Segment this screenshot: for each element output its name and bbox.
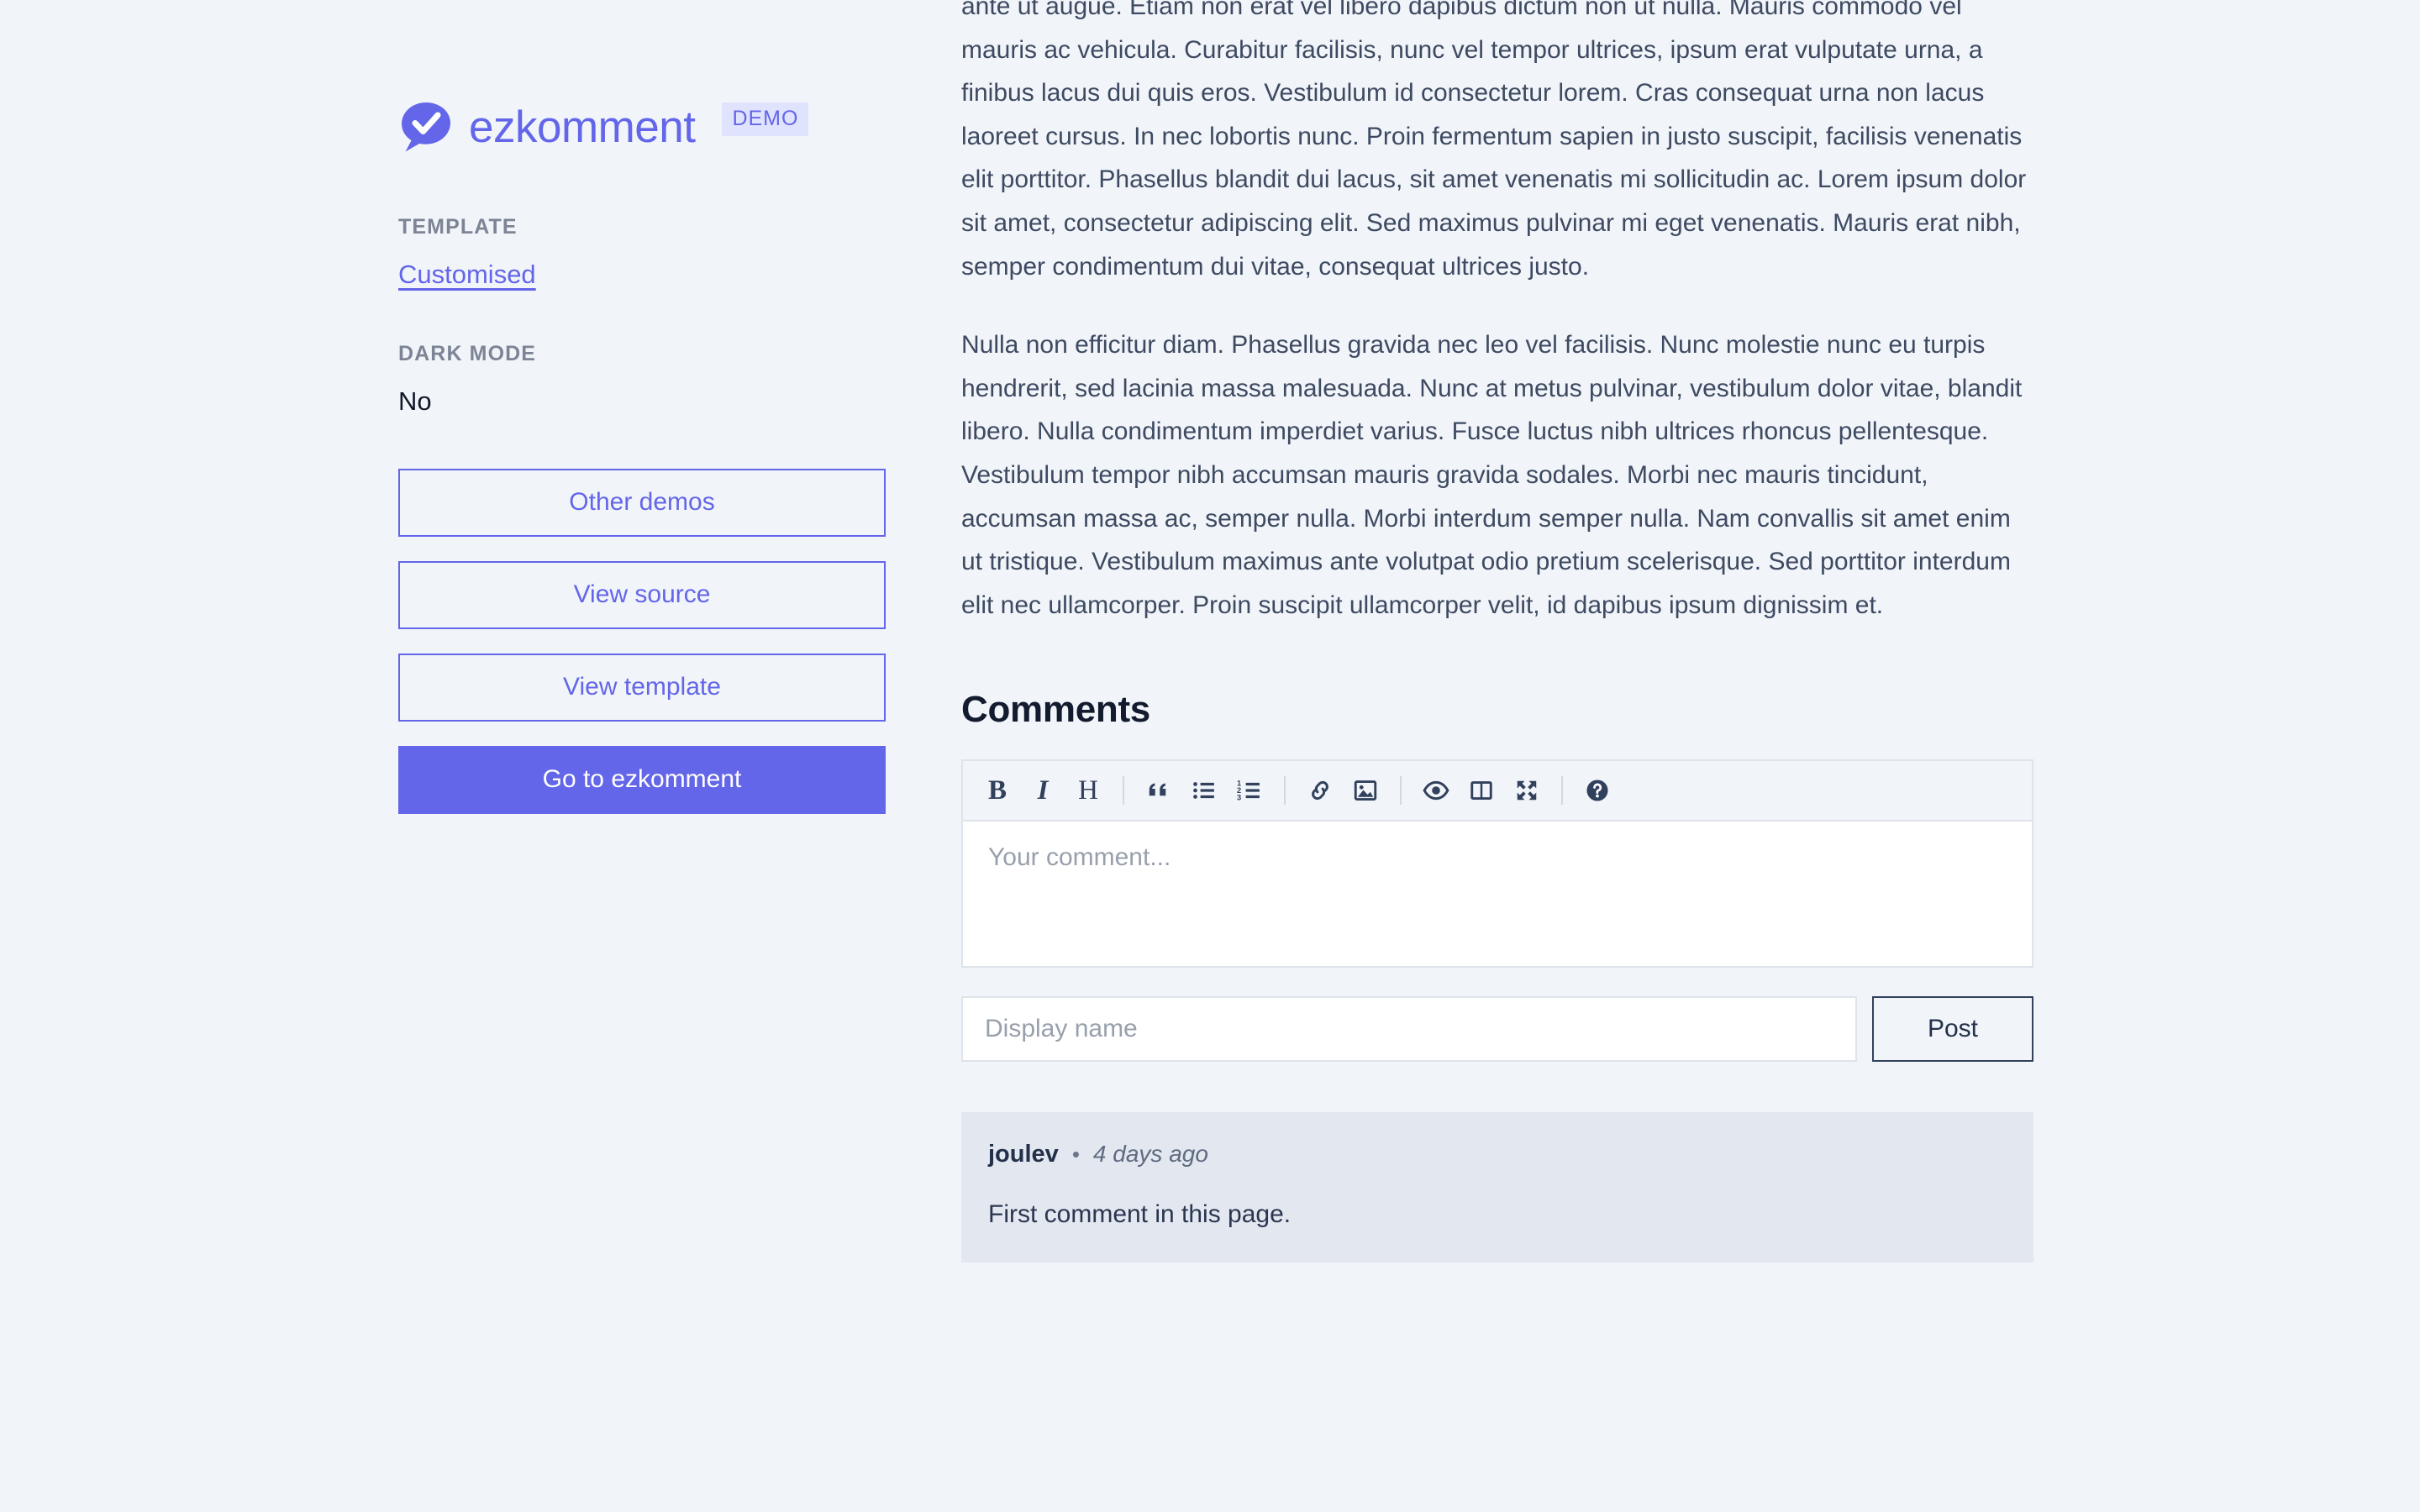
comment-list-item: joulev • 4 days ago First comment in thi… — [961, 1112, 2033, 1263]
comment-submit-row: Display name Post — [961, 996, 2033, 1063]
svg-text:3: 3 — [1237, 794, 1241, 802]
sidebar: ezkomment DEMO TEMPLATE Customised DARK … — [398, 99, 902, 838]
article-paragraph: Nulla non efficitur diam. Phasellus grav… — [961, 331, 2023, 619]
toolbar-divider — [1123, 776, 1124, 806]
comment-meta: joulev • 4 days ago — [988, 1141, 2007, 1168]
article-body: ante ut augue. Etiam non erat vel libero… — [961, 0, 2033, 627]
main-content: ante ut augue. Etiam non erat vel libero… — [961, 0, 2033, 1263]
guide-help-icon[interactable] — [1575, 768, 1620, 813]
other-demos-button[interactable]: Other demos — [398, 469, 886, 537]
display-name-input[interactable]: Display name — [961, 996, 1857, 1063]
view-source-button[interactable]: View source — [398, 561, 886, 629]
heading-icon[interactable]: H — [1065, 768, 1111, 813]
link-icon[interactable] — [1297, 768, 1343, 813]
comment-author: joulev — [988, 1141, 1059, 1168]
markdown-editor: B I H 1 2 3 Your comment... — [961, 759, 2033, 969]
italic-icon[interactable]: I — [1020, 768, 1065, 813]
comment-placeholder: Your comment... — [988, 843, 1171, 872]
brand-name: ezkomment — [469, 102, 696, 152]
comment-textarea[interactable]: Your comment... — [963, 822, 2032, 967]
demo-page: ezkomment DEMO TEMPLATE Customised DARK … — [0, 0, 2420, 1512]
image-icon[interactable] — [1343, 768, 1388, 813]
view-template-button[interactable]: View template — [398, 654, 886, 722]
toolbar-divider — [1400, 776, 1402, 806]
template-label: TEMPLATE — [398, 215, 518, 239]
ordered-list-icon[interactable]: 1 2 3 — [1227, 768, 1272, 813]
article-paragraph: ante ut augue. Etiam non erat vel libero… — [961, 0, 2027, 281]
display-name-placeholder: Display name — [985, 1015, 1138, 1043]
toolbar-divider — [1284, 776, 1286, 806]
editor-toolbar: B I H 1 2 3 — [963, 761, 2032, 822]
go-to-ezkomment-button[interactable]: Go to ezkomment — [398, 746, 886, 814]
preview-eye-icon[interactable] — [1413, 768, 1459, 813]
comment-body: First comment in this page. — [988, 1200, 1292, 1229]
dark-mode-value: No — [398, 386, 432, 416]
comment-separator: • — [1071, 1142, 1080, 1168]
quote-icon[interactable] — [1136, 768, 1181, 813]
sidebar-button-stack: Other demos View source View template Go… — [398, 469, 886, 814]
brand-header: ezkomment DEMO — [398, 99, 902, 155]
template-value-link[interactable]: Customised — [398, 260, 536, 290]
comments-heading: Comments — [961, 689, 1150, 731]
demo-badge: DEMO — [722, 102, 809, 136]
post-button[interactable]: Post — [1872, 996, 2033, 1063]
dark-mode-label: DARK MODE — [398, 342, 537, 365]
comment-timestamp: 4 days ago — [1092, 1141, 1208, 1168]
unordered-list-icon[interactable] — [1181, 768, 1227, 813]
speech-bubble-check-icon — [398, 99, 454, 155]
fullscreen-icon[interactable] — [1504, 768, 1549, 813]
toolbar-divider — [1561, 776, 1563, 806]
side-by-side-icon[interactable] — [1459, 768, 1504, 813]
bold-icon[interactable]: B — [975, 768, 1020, 813]
